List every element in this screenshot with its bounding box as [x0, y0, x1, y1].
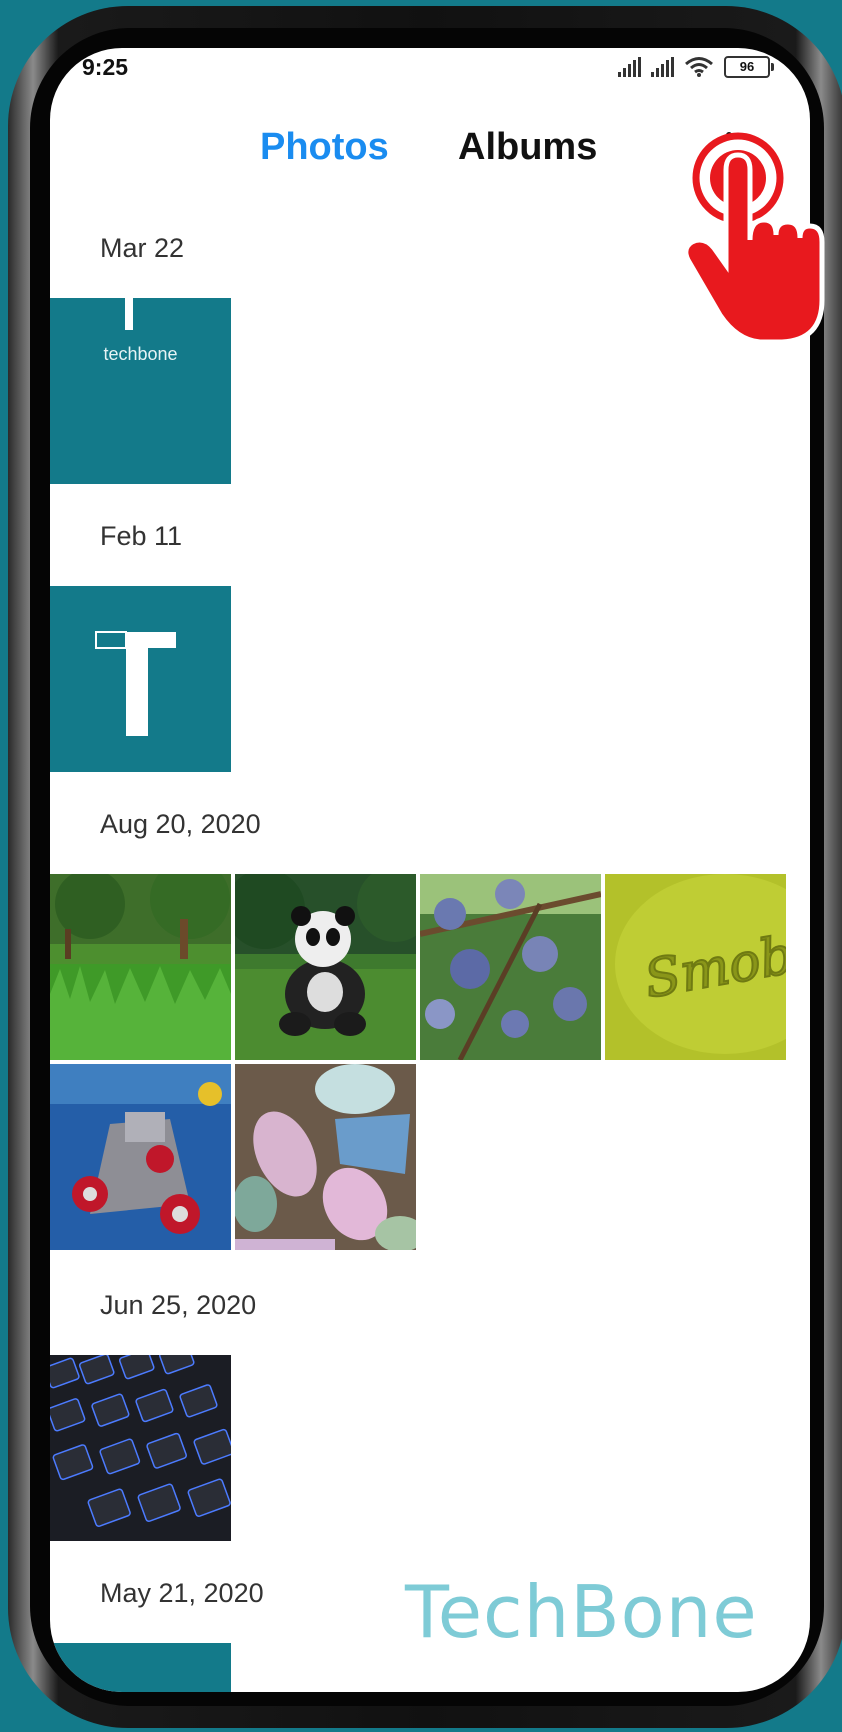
status-bar: 9:25 96	[50, 48, 810, 98]
chalk-stones-image	[235, 1064, 416, 1250]
section-date: Mar 22	[100, 233, 185, 263]
logo-mark	[125, 298, 133, 330]
photo-thumbnail[interactable]	[50, 1064, 231, 1250]
signal-icon-2	[651, 57, 674, 77]
signal-icon	[618, 57, 641, 77]
plums-image	[420, 874, 601, 1060]
battery-icon: 96	[724, 56, 774, 78]
tap-hand-icon	[683, 132, 825, 345]
toy-car-image	[50, 1064, 231, 1250]
photo-thumbnail[interactable]: Smoby	[605, 874, 786, 1060]
keyboard-image	[50, 1355, 231, 1541]
section-date: Jun 25, 2020	[100, 1290, 257, 1320]
techbone-t-logo	[95, 631, 176, 736]
status-time: 9:25	[82, 54, 129, 80]
photo-thumbnail[interactable]: techbone	[50, 298, 231, 484]
section-date: Aug 20, 2020	[100, 809, 261, 839]
photo-thumbnail[interactable]	[50, 1643, 231, 1692]
photo-caption: techbone	[103, 344, 178, 364]
photo-thumbnail[interactable]	[50, 586, 231, 772]
photo-thumbnail[interactable]	[235, 1064, 416, 1250]
grass-trees-image	[50, 874, 231, 1060]
techbone-watermark: TechBone	[405, 1570, 758, 1654]
photo-thumbnail[interactable]	[235, 874, 416, 1060]
smoby-toy-image: Smoby	[605, 874, 786, 1060]
photo-thumbnail[interactable]	[420, 874, 601, 1060]
section-date: Feb 11	[100, 521, 183, 551]
wifi-icon	[685, 57, 713, 77]
tab-albums[interactable]: Albums	[458, 126, 597, 169]
section-date: May 21, 2020	[100, 1578, 264, 1608]
photo-thumbnail[interactable]	[50, 874, 231, 1060]
photo-thumbnail[interactable]	[50, 1355, 231, 1541]
panda-toy-image	[235, 874, 416, 1060]
tab-photos[interactable]: Photos	[260, 126, 389, 169]
status-icons: 96	[618, 56, 774, 78]
